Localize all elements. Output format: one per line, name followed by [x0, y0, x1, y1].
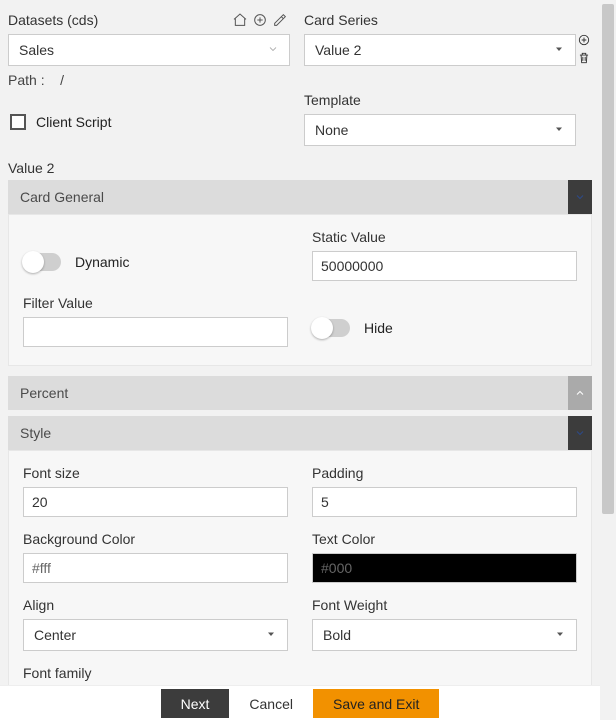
- style-body: Font size Padding Background Color #fff …: [8, 450, 592, 692]
- client-script-checkbox[interactable]: [10, 114, 26, 130]
- card-series-select[interactable]: Value 2: [304, 34, 576, 66]
- add-icon[interactable]: [250, 10, 270, 30]
- dynamic-label: Dynamic: [75, 254, 129, 270]
- add-series-icon[interactable]: [576, 32, 592, 48]
- edit-icon[interactable]: [270, 10, 290, 30]
- datasets-select-value: Sales: [19, 42, 267, 58]
- chevron-down-icon: [267, 42, 279, 58]
- font-size-label: Font size: [23, 465, 288, 481]
- bg-color-value: #fff: [32, 560, 51, 576]
- datasets-label: Datasets (cds): [8, 12, 98, 28]
- chevron-down-icon: [568, 416, 592, 450]
- bg-color-input[interactable]: #fff: [23, 553, 288, 583]
- datasets-select[interactable]: Sales: [8, 34, 290, 66]
- font-weight-select[interactable]: Bold: [312, 619, 577, 651]
- filter-value-input[interactable]: [23, 317, 288, 347]
- align-select[interactable]: Center: [23, 619, 288, 651]
- text-color-input[interactable]: #000: [312, 553, 577, 583]
- next-button[interactable]: Next: [161, 689, 230, 718]
- card-series-label: Card Series: [304, 12, 378, 28]
- font-weight-label: Font Weight: [312, 597, 577, 613]
- delete-series-icon[interactable]: [576, 50, 592, 66]
- static-value-label: Static Value: [312, 229, 577, 245]
- caret-down-icon: [553, 42, 565, 58]
- template-select[interactable]: None: [304, 114, 576, 146]
- chevron-up-icon: [568, 376, 592, 410]
- accordion-style[interactable]: Style: [8, 416, 592, 450]
- caret-down-icon: [265, 627, 277, 643]
- path-label: Path :: [8, 72, 45, 88]
- accordion-percent[interactable]: Percent: [8, 376, 592, 410]
- accordion-card-general-label: Card General: [20, 189, 104, 205]
- template-select-value: None: [315, 122, 553, 138]
- chevron-down-icon: [568, 180, 592, 214]
- card-general-body: Dynamic Static Value Filter Value: [8, 214, 592, 366]
- card-series-select-value: Value 2: [315, 42, 553, 58]
- filter-value-label: Filter Value: [23, 295, 288, 311]
- accordion-percent-label: Percent: [20, 385, 68, 401]
- save-and-exit-button[interactable]: Save and Exit: [313, 689, 439, 718]
- caret-down-icon: [554, 627, 566, 643]
- section-title: Value 2: [8, 160, 592, 176]
- text-color-label: Text Color: [312, 531, 577, 547]
- align-label: Align: [23, 597, 288, 613]
- accordion-card-general[interactable]: Card General: [8, 180, 592, 214]
- hide-toggle[interactable]: [312, 319, 350, 337]
- font-weight-select-value: Bold: [323, 627, 554, 643]
- padding-label: Padding: [312, 465, 577, 481]
- bg-color-label: Background Color: [23, 531, 288, 547]
- padding-input[interactable]: [312, 487, 577, 517]
- text-color-value: #000: [321, 560, 352, 576]
- hide-label: Hide: [364, 320, 393, 336]
- font-family-label: Font family: [23, 665, 288, 681]
- static-value-input[interactable]: [312, 251, 577, 281]
- vertical-scrollbar[interactable]: [600, 0, 616, 720]
- scrollbar-thumb[interactable]: [602, 4, 614, 514]
- cancel-button[interactable]: Cancel: [229, 689, 313, 718]
- dynamic-toggle[interactable]: [23, 253, 61, 271]
- font-size-input[interactable]: [23, 487, 288, 517]
- accordion-style-label: Style: [20, 425, 51, 441]
- client-script-label: Client Script: [36, 114, 111, 130]
- home-icon[interactable]: [230, 10, 250, 30]
- caret-down-icon: [553, 122, 565, 138]
- path-value: /: [60, 72, 64, 88]
- footer: Next Cancel Save and Exit: [0, 685, 600, 720]
- align-select-value: Center: [34, 627, 265, 643]
- template-label: Template: [304, 92, 361, 108]
